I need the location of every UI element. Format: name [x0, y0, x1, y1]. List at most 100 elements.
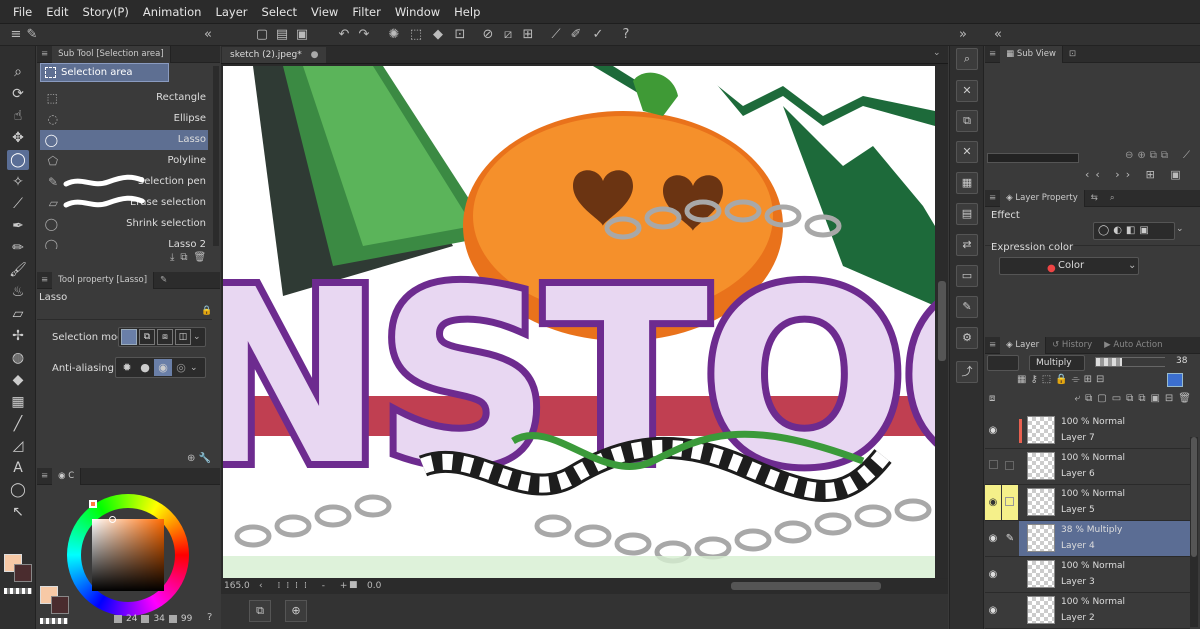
effect-chevron-icon[interactable]: ⌄: [1176, 224, 1184, 234]
eyedropper-tool-icon[interactable]: ⟋: [7, 194, 29, 214]
subview-zoom-buttons[interactable]: ⊖⊕⧉⧉: [1125, 150, 1172, 161]
visibility-eye-icon[interactable]: ◉: [985, 521, 1001, 556]
menu-animation[interactable]: Animation: [136, 5, 209, 19]
layer-list-icon[interactable]: ▤: [956, 203, 978, 225]
color-saturation-square[interactable]: [92, 519, 164, 591]
deselect-icon[interactable]: ⊘: [480, 27, 496, 43]
menu-edit[interactable]: Edit: [39, 5, 75, 19]
auto-action-tab[interactable]: ▶ Auto Action: [1098, 340, 1168, 350]
layer-command-buttons[interactable]: ⧈ ⤶⧉▢▭⧉⧉▣⊟🗑: [985, 393, 1200, 413]
copy-icon[interactable]: ⧉: [956, 110, 978, 132]
menu-layer[interactable]: Layer: [208, 5, 254, 19]
pen-icon[interactable]: ✎: [24, 27, 40, 43]
color-picker-cursor[interactable]: [109, 516, 116, 523]
layer-lock-toggle[interactable]: [1002, 413, 1018, 448]
decoration-tool-icon[interactable]: ✢: [7, 326, 29, 346]
subview-nav-buttons[interactable]: ‹‹ ›› ⊞ ▣: [1085, 168, 1187, 181]
subtool-footer-buttons[interactable]: ⤓⧉🗑: [170, 252, 212, 263]
subtool-group-selection-area[interactable]: Selection area: [40, 63, 169, 82]
document-tab[interactable]: sketch (2).jpeg* ●: [222, 47, 327, 63]
layer-body[interactable]: 100 % Normal Layer 7: [1019, 413, 1190, 448]
layer-body[interactable]: 100 % Normal Layer 6: [1019, 449, 1190, 484]
canvas-horizontal-scrollbar[interactable]: [731, 582, 881, 590]
move-tool-icon[interactable]: ✥: [7, 128, 29, 148]
collapse-right-icon[interactable]: «: [990, 27, 1006, 43]
rotation-value[interactable]: 0.0: [367, 581, 381, 591]
history-tab[interactable]: ↺ History: [1046, 340, 1098, 350]
correct-line-tool-icon[interactable]: ↖: [7, 502, 29, 522]
layer-row-layer-3[interactable]: ◉ 100 % Normal Layer 3: [985, 557, 1190, 593]
menu-select[interactable]: Select: [255, 5, 304, 19]
canvas-layout-icon[interactable]: ⧉: [249, 600, 271, 622]
clear-icon[interactable]: ⬚: [408, 27, 424, 43]
subtool-tab[interactable]: Sub Tool [Selection area]: [52, 45, 171, 63]
toolprop-settings-icon[interactable]: ⊕ 🔧: [187, 453, 211, 464]
subview-tab[interactable]: ▦ Sub View: [1000, 45, 1063, 63]
layer-lock-toggle[interactable]: [1002, 449, 1018, 484]
check-icon[interactable]: ✓: [590, 27, 606, 43]
collapse-left-icon[interactable]: «: [200, 27, 216, 43]
layer-color-icon[interactable]: [1167, 373, 1183, 387]
eyedropper-icon[interactable]: ⟋: [1183, 150, 1190, 161]
balloon-tool-icon[interactable]: ◯: [7, 480, 29, 500]
toolprop-tab[interactable]: Tool property [Lasso]: [52, 271, 155, 289]
layer-body[interactable]: 100 % Normal Layer 3: [1019, 557, 1190, 592]
search-icon[interactable]: ⌕: [956, 48, 978, 70]
layer-row-layer-2[interactable]: ◉ 100 % Normal Layer 2: [985, 593, 1190, 629]
canvas-vertical-scrollbar[interactable]: [936, 66, 948, 578]
transparent-chip[interactable]: [40, 618, 68, 624]
layer-row-layer-4[interactable]: ◉ ✎ 38 % Multiply Layer 4: [985, 521, 1190, 557]
layer-row-layer-6[interactable]: 100 % Normal Layer 6: [985, 449, 1190, 485]
transform-icon[interactable]: ⊡: [452, 27, 468, 43]
frame-tool-icon[interactable]: ◿: [7, 436, 29, 456]
rotate-view-tool-icon[interactable]: ⟳: [7, 84, 29, 104]
expression-color-dropdown[interactable]: ● Color ⌄: [999, 257, 1139, 275]
menu-window[interactable]: Window: [388, 5, 447, 19]
expand-right-icon[interactable]: »: [955, 27, 971, 43]
figure-tool-icon[interactable]: ╱: [7, 414, 29, 434]
menu-file[interactable]: File: [6, 5, 39, 19]
selection-tool-icon[interactable]: ◯: [7, 150, 29, 170]
search-tab-icon[interactable]: ⌕: [1104, 193, 1121, 203]
subtool-item-erase-selection[interactable]: ▱ Erase selection: [40, 193, 208, 213]
layer-lock-buttons[interactable]: ▦⚷⬚🔒⌯⊞⊟: [1017, 374, 1108, 385]
subtool-item-ellipse[interactable]: ◌ Ellipse: [40, 109, 208, 129]
layer-body[interactable]: 38 % Multiply Layer 4: [1019, 521, 1190, 556]
menu-story[interactable]: Story(P): [76, 5, 136, 19]
lock-icon[interactable]: 🔒: [201, 306, 212, 316]
color-wheel-tab[interactable]: ◉ C: [52, 467, 82, 485]
ruler-icon[interactable]: ⟋: [548, 27, 564, 43]
visibility-eye-icon[interactable]: ◉: [985, 593, 1001, 628]
visibility-toggle[interactable]: [985, 449, 1001, 484]
layerprop-tab[interactable]: ◈ Layer Property: [1000, 189, 1085, 207]
subtool-item-shrink-selection[interactable]: ◯ Shrink selection: [40, 214, 208, 234]
loading-icon[interactable]: ✺: [386, 27, 402, 43]
eraser-tool-icon[interactable]: ▱: [7, 304, 29, 324]
hue-handle[interactable]: [89, 500, 97, 508]
export-icon[interactable]: ⤴: [956, 361, 978, 383]
color-hue-wheel[interactable]: [67, 494, 189, 616]
layer-scrollbar[interactable]: [1190, 437, 1198, 627]
subtool-scrollbar[interactable]: [213, 66, 219, 246]
help-icon[interactable]: ?: [207, 612, 212, 623]
opacity-value[interactable]: 38: [1176, 356, 1187, 366]
brush-size-tab-icon[interactable]: ✎: [154, 275, 173, 285]
menu-view[interactable]: View: [304, 5, 345, 19]
edit-pen-icon[interactable]: ✎: [1002, 521, 1018, 556]
selection-mode-selector[interactable]: ⧉ ⧈ ◫ ⌄: [118, 327, 206, 347]
redo-icon[interactable]: ↷: [356, 27, 372, 43]
settings-icon[interactable]: ⚙: [956, 327, 978, 349]
open-file-icon[interactable]: ▤: [274, 27, 290, 43]
layer-lock-toggle[interactable]: [1002, 485, 1018, 520]
grid-icon[interactable]: ▦: [956, 172, 978, 194]
exchange-icon[interactable]: ⇄: [956, 234, 978, 256]
layer-body[interactable]: 100 % Normal Layer 2: [1019, 593, 1190, 628]
folder-icon[interactable]: ▭: [956, 265, 978, 287]
info-tab-icon[interactable]: ⇆: [1085, 193, 1104, 203]
layer-row-layer-5[interactable]: ◉ 100 % Normal Layer 5: [985, 485, 1190, 521]
pencil-tool-icon[interactable]: ✏: [7, 238, 29, 258]
sub-color-swatch[interactable]: [14, 564, 32, 582]
tab-list-chevron-icon[interactable]: ⌄: [933, 48, 941, 58]
transparent-color-swatch[interactable]: [4, 588, 32, 594]
subtool-item-rectangle[interactable]: ⬚ Rectangle: [40, 88, 208, 108]
